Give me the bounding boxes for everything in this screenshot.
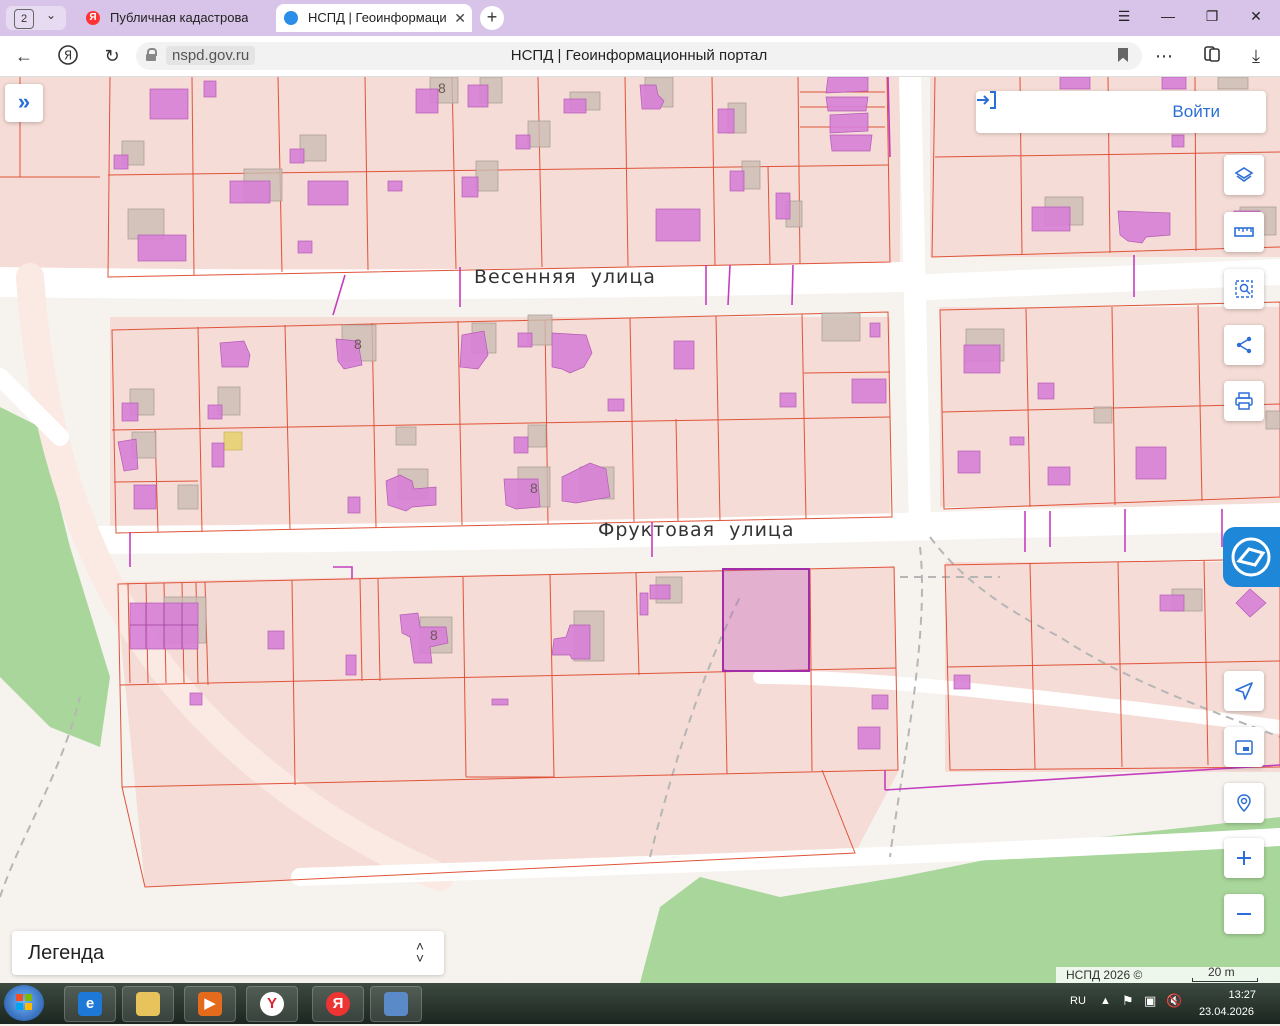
yandex-home-icon[interactable]: Я [56, 44, 80, 68]
tab-count: 2 [14, 9, 34, 29]
svg-text:Я: Я [64, 49, 72, 63]
flag-icon[interactable]: ⚑ [1122, 993, 1134, 1009]
assistant-badge[interactable] [1223, 527, 1280, 587]
layers-button[interactable] [1224, 155, 1264, 195]
volume-muted-icon[interactable]: 🔇 [1166, 993, 1182, 1009]
ruler-icon [1234, 227, 1254, 237]
share-icon [1236, 336, 1252, 354]
windows-logo-icon [16, 994, 32, 1010]
expand-toggle-icon[interactable]: ˄ ˅ [416, 939, 424, 965]
search-location-button[interactable] [1224, 783, 1264, 823]
login-icon [977, 91, 996, 109]
map-viewport[interactable]: 8 8 8 8 Весенняя улица Фруктовая улица »… [0, 77, 1280, 983]
print-button[interactable] [1224, 381, 1264, 421]
attribution-text: НСПД 2026 © [1066, 968, 1143, 982]
clock-date[interactable]: 23.04.2026 [1199, 1006, 1254, 1018]
area-select-icon [1235, 280, 1253, 298]
taskbar-yandex-browser[interactable]: Y [246, 986, 298, 1022]
zoom-in-icon [1237, 851, 1251, 865]
area-select-button[interactable] [1224, 269, 1264, 309]
taskbar-yandex[interactable]: Я [312, 986, 364, 1022]
close-tab-icon[interactable]: ✕ [454, 4, 466, 32]
internet-explorer-icon: e [78, 992, 102, 1016]
locate-icon [1235, 682, 1253, 700]
tab-nspd[interactable]: НСПД | Геоинформаци ✕ [276, 4, 472, 32]
close-window-icon[interactable]: ✕ [1246, 8, 1266, 25]
new-tab-button[interactable]: + [480, 6, 504, 30]
share-button[interactable] [1224, 325, 1264, 365]
back-arrow-icon[interactable]: ← [12, 44, 36, 68]
reader-mode-icon[interactable] [1200, 44, 1224, 68]
scale-bar [1192, 978, 1258, 982]
locate-button[interactable] [1224, 671, 1264, 711]
taskbar-image-viewer[interactable] [370, 986, 422, 1022]
tab-title: Публичная кадастровая к [110, 10, 248, 25]
legend-panel[interactable]: Легенда ˄ ˅ [12, 931, 444, 975]
street-label-fruktovaya: Фруктовая улица [598, 519, 795, 541]
folder-icon [136, 992, 160, 1016]
layers-icon [1234, 167, 1254, 182]
tab-cadastral-map[interactable]: Я Публичная кадастровая к [78, 4, 270, 32]
taskbar-media-player[interactable]: ▶ [184, 986, 236, 1022]
yandex-browser-icon: Y [260, 992, 284, 1016]
legend-label: Легенда [28, 942, 105, 964]
scale-label: 20 m [1208, 965, 1235, 979]
restore-icon[interactable]: ❐ [1202, 8, 1222, 25]
page-title: НСПД | Геоинформационный портал [510, 47, 768, 64]
clock-time[interactable]: 13:27 [1228, 989, 1256, 1001]
picture-in-picture-button[interactable] [1224, 727, 1264, 767]
ruler-button[interactable] [1224, 212, 1264, 252]
start-button[interactable] [4, 985, 44, 1021]
tab-counter-button[interactable]: 2 ⌄ [6, 6, 66, 30]
reload-icon[interactable]: ↻ [100, 44, 124, 68]
tab-title: НСПД | Геоинформаци [308, 10, 447, 25]
network-icon[interactable]: ▣ [1144, 993, 1156, 1009]
tray-expand-icon[interactable]: ▲ [1100, 995, 1111, 1007]
zoom-in-button[interactable] [1224, 838, 1264, 878]
nspd-icon [284, 11, 298, 25]
yandex-icon: Я [86, 11, 100, 25]
language-indicator[interactable]: RU [1070, 995, 1086, 1007]
assistant-logo-icon [1231, 537, 1271, 577]
expand-panel-button[interactable]: » [5, 84, 43, 122]
media-player-icon: ▶ [198, 992, 222, 1016]
house-number: 8 [430, 627, 438, 643]
browser-tab-bar: 2 ⌄ Я Публичная кадастровая к НСПД | Гео… [0, 0, 1280, 36]
zoom-out-button[interactable] [1224, 894, 1264, 934]
image-viewer-icon [384, 992, 408, 1016]
selected-parcel [722, 568, 810, 672]
login-label: Войти [1172, 102, 1220, 121]
house-number: 8 [438, 80, 446, 96]
print-icon [1235, 392, 1253, 410]
login-button[interactable]: Войти [976, 91, 1266, 133]
road-vesennyaya [0, 262, 915, 300]
taskbar: e ▶ Y Я RU ▲ ⚑ ▣ 🔇 13:27 23.04.2026 [0, 983, 1280, 1024]
menu-icon[interactable]: ☰ [1114, 8, 1134, 25]
picture-in-picture-icon [1235, 740, 1253, 755]
address-bar: ← Я ↻ nspd.gov.ru НСПД | Геоинформационн… [0, 36, 1280, 77]
url-field[interactable]: nspd.gov.ru НСПД | Геоинформационный пор… [136, 42, 1142, 70]
more-icon[interactable]: ⋯ [1152, 44, 1176, 68]
house-number: 8 [354, 336, 362, 352]
map-attribution: НСПД 2026 © 20 m [1056, 965, 1280, 983]
taskbar-explorer[interactable] [122, 986, 174, 1022]
minimize-icon[interactable]: — [1158, 8, 1178, 24]
chevron-down-icon: ⌄ [46, 8, 57, 22]
search-location-icon [1237, 794, 1251, 813]
system-tray: RU ▲ ⚑ ▣ 🔇 13:27 23.04.2026 [1060, 983, 1280, 1024]
street-label-vesennyaya: Весенняя улица [474, 266, 656, 288]
house-number: 8 [530, 480, 538, 496]
yandex-icon: Я [326, 992, 350, 1016]
zoom-out-icon [1237, 913, 1251, 915]
download-icon[interactable]: ⤓ [1244, 44, 1268, 68]
taskbar-internet-explorer[interactable]: e [64, 986, 116, 1022]
